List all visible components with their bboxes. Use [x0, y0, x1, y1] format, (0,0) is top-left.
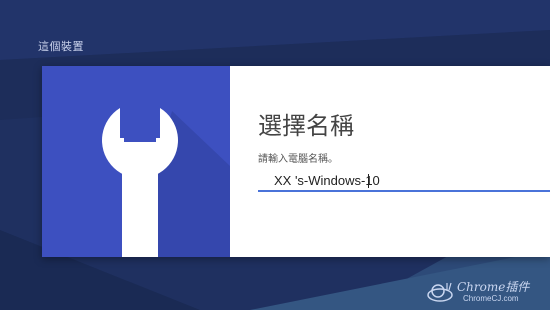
dialog-title: 選擇名稱	[258, 112, 354, 140]
wrench-icon	[102, 108, 230, 257]
setup-screen: 這個裝置 選擇名稱 請輸入電腦名稱。 Chrome插件 ChromeCJ.com	[0, 0, 550, 310]
pc-name-input[interactable]	[258, 170, 550, 192]
dialog-content: 選擇名稱 請輸入電腦名稱。	[230, 66, 550, 257]
device-label: 這個裝置	[38, 40, 84, 53]
icon-panel	[42, 66, 230, 257]
watermark-title: Chrome插件	[457, 280, 530, 294]
snail-logo-icon	[427, 282, 453, 302]
text-caret	[368, 174, 369, 188]
watermark-url: ChromeCJ.com	[463, 294, 519, 303]
name-pc-dialog: 選擇名稱 請輸入電腦名稱。	[42, 66, 550, 257]
pc-name-label: 請輸入電腦名稱。	[258, 154, 338, 165]
watermark: Chrome插件 ChromeCJ.com	[425, 272, 550, 310]
